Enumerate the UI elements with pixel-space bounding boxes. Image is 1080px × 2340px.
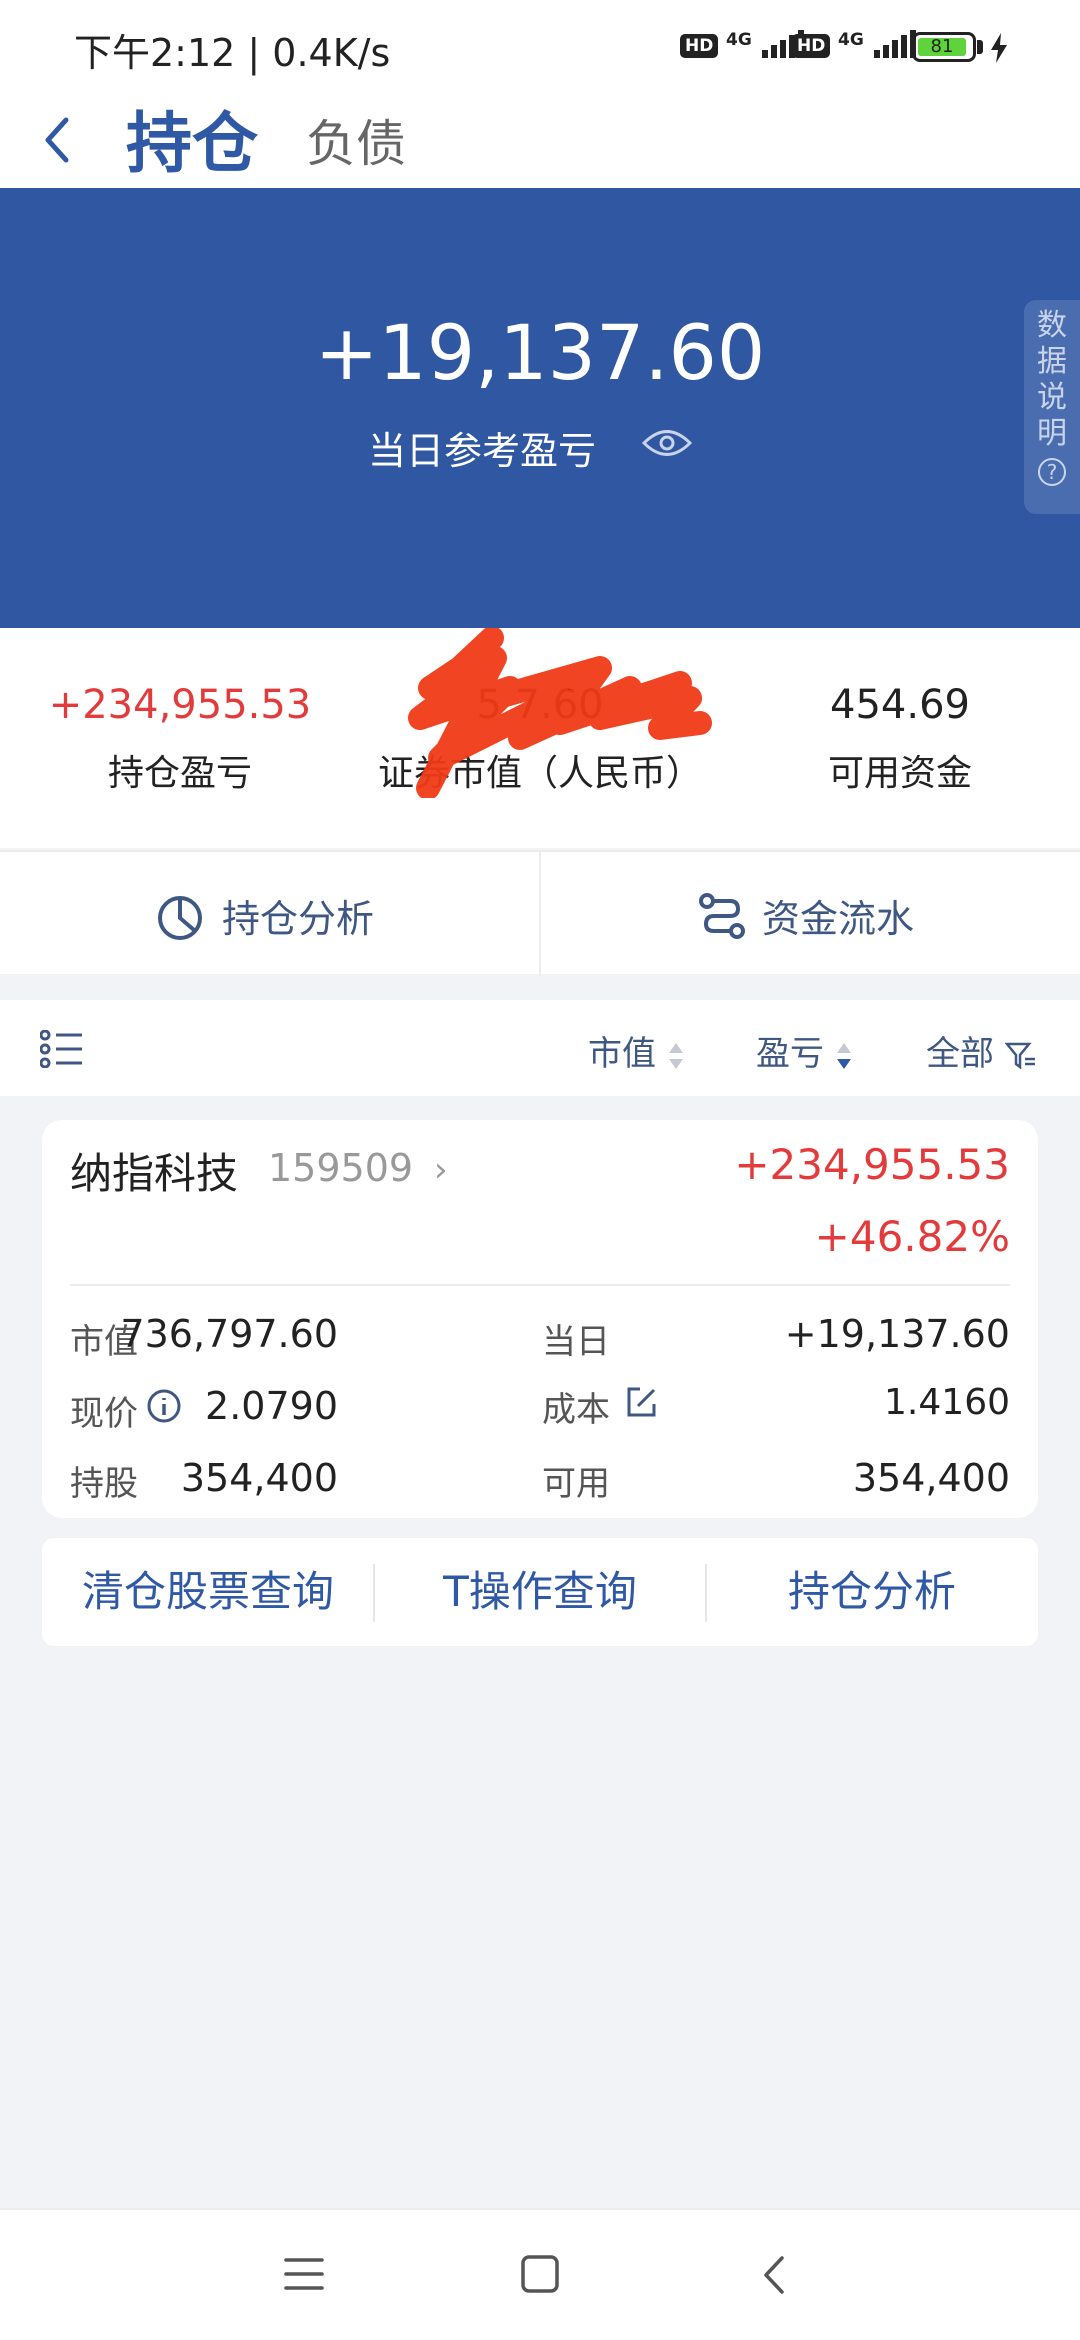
- holding-analysis-button[interactable]: 持仓分析: [0, 852, 540, 976]
- menu-icon[interactable]: [284, 2256, 324, 2292]
- tab-liabilities[interactable]: 负债: [306, 104, 406, 176]
- holding-pl-label: 持仓盈亏: [107, 753, 252, 794]
- daily-pl-banner: +19,137.60 当日参考盈亏 数 据 说 明 ?: [0, 188, 1080, 628]
- network-label: 4G: [838, 30, 864, 50]
- info-icon[interactable]: [146, 1388, 182, 1424]
- holding-card[interactable]: 纳指科技 159509 › +234,955.53 +46.82% 市值 736…: [42, 1120, 1038, 1518]
- available-funds-value: 454.69: [830, 682, 970, 728]
- back-nav-icon[interactable]: [760, 2254, 788, 2296]
- side-tab-char: 明: [1037, 416, 1067, 451]
- shares-value: 354,400: [180, 1456, 338, 1500]
- header: 持仓 负债: [0, 90, 1080, 188]
- sort-profit-loss[interactable]: 盈亏: [756, 1026, 853, 1075]
- charging-icon: [991, 33, 1007, 63]
- data-explanation-tab[interactable]: 数 据 说 明 ?: [1024, 300, 1080, 514]
- signal-group-1: HD 4G: [680, 30, 805, 58]
- t-operation-query-button[interactable]: T操作查询: [374, 1538, 706, 1646]
- back-icon[interactable]: [36, 110, 80, 170]
- available-funds-label: 可用资金: [827, 753, 972, 794]
- battery-tip: [977, 40, 983, 54]
- cost-value: 1.4160: [884, 1382, 1010, 1423]
- sort-market-value[interactable]: 市值: [588, 1026, 685, 1075]
- signal-group-2: HD 4G: [792, 30, 917, 58]
- side-tab-char: 数: [1037, 308, 1067, 343]
- filter-all-label: 全部: [926, 1034, 994, 1074]
- stock-code: 159509: [268, 1146, 414, 1190]
- daily-label: 当日: [542, 1322, 610, 1362]
- status-time: 下午2:12 | 0.4K/s: [74, 31, 391, 75]
- fund-flow-button[interactable]: 资金流水: [540, 852, 1080, 976]
- system-nav-bar: [0, 2208, 1080, 2340]
- list-icon[interactable]: [40, 1030, 84, 1068]
- battery-level: 81: [918, 38, 966, 56]
- holding-analysis-link[interactable]: 持仓分析: [706, 1538, 1038, 1646]
- market-value: 736,797.60: [120, 1312, 338, 1356]
- network-label: 4G: [726, 30, 752, 50]
- edit-icon[interactable]: [624, 1384, 660, 1420]
- holding-analysis-label: 持仓分析: [222, 897, 375, 941]
- query-buttons: 清仓股票查询 T操作查询 持仓分析: [42, 1538, 1038, 1646]
- available-label: 可用: [542, 1464, 610, 1504]
- hd-icon: HD: [680, 34, 719, 58]
- eye-icon[interactable]: [642, 426, 692, 460]
- fund-flow-label: 资金流水: [762, 897, 915, 941]
- redaction-scribble: [408, 628, 712, 798]
- battery-icon: 81: [912, 32, 976, 62]
- current-price: 2.0790: [205, 1384, 338, 1428]
- holding-pl-amount: +234,955.53: [734, 1140, 1010, 1189]
- sort-desc-icon: [836, 1042, 851, 1069]
- filter-all[interactable]: 全部: [926, 1026, 1037, 1075]
- available-value: 354,400: [852, 1456, 1010, 1500]
- price-label: 现价: [70, 1394, 138, 1434]
- stock-name: 纳指科技: [70, 1149, 239, 1198]
- summary-stats: +234,955.53 持仓盈亏 5 7.60 证券市值（人民币） 454.69…: [0, 628, 1080, 848]
- home-icon[interactable]: [520, 2254, 560, 2294]
- hd-icon: HD: [792, 34, 831, 58]
- cleared-stock-query-button[interactable]: 清仓股票查询: [42, 1538, 374, 1646]
- tab-holdings[interactable]: 持仓: [126, 90, 258, 186]
- daily-pl-amount: +19,137.60: [314, 308, 766, 397]
- shares-label: 持股: [70, 1464, 138, 1504]
- sort-market-value-label: 市值: [588, 1034, 656, 1074]
- status-bar: 下午2:12 | 0.4K/s HD 4G HD 4G 81: [0, 0, 1080, 90]
- side-tab-char: 据: [1037, 344, 1067, 379]
- action-row: 持仓分析 资金流水: [0, 850, 1080, 976]
- help-icon: ?: [1038, 458, 1066, 486]
- side-tab-char: 说: [1037, 380, 1067, 415]
- flow-icon: [699, 893, 745, 939]
- holding-pl-value: +234,955.53: [48, 682, 312, 728]
- pie-chart-icon: [158, 896, 202, 940]
- cost-label: 成本: [542, 1390, 610, 1430]
- daily-value: +19,137.60: [784, 1312, 1010, 1356]
- chevron-right-icon: ›: [434, 1150, 448, 1190]
- holding-pl-percent: +46.82%: [814, 1212, 1010, 1261]
- signal-icon: [871, 30, 917, 58]
- divider: [70, 1284, 1010, 1286]
- sort-arrows-icon: [668, 1042, 683, 1069]
- sort-filter-bar: 市值 盈亏 全部: [0, 1000, 1080, 1096]
- filter-icon: [1004, 1042, 1035, 1069]
- daily-pl-label: 当日参考盈亏: [368, 429, 597, 473]
- sort-profit-loss-label: 盈亏: [756, 1034, 824, 1074]
